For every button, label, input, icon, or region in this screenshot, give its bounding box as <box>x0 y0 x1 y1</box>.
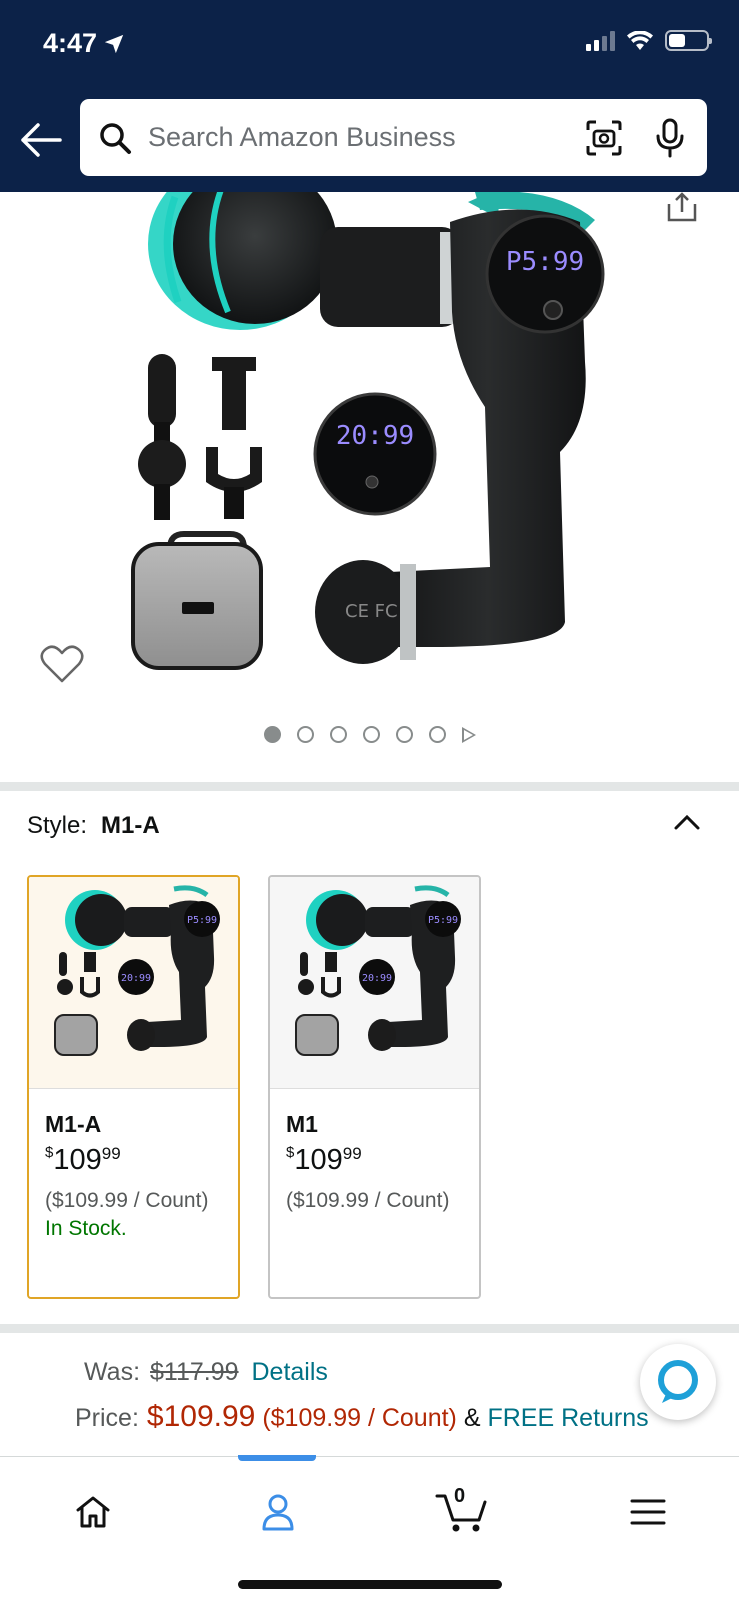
style-option-unit-price: ($109.99 / Count) <box>286 1189 450 1212</box>
price-per-unit: ($109.99 / Count) <box>262 1404 457 1432</box>
wifi-icon <box>627 30 653 50</box>
cart-count-badge: 0 <box>454 1485 466 1507</box>
camera-scan-icon[interactable] <box>585 119 623 157</box>
video-play-icon[interactable] <box>461 726 476 743</box>
carousel-dot[interactable] <box>362 726 380 743</box>
style-option-m1[interactable]: P5:99 20:99 M1 $10999 ($109.99 / Count) <box>268 875 481 1299</box>
alexa-button[interactable] <box>640 1344 716 1420</box>
status-indicators <box>586 30 712 51</box>
nav-account[interactable] <box>248 1487 308 1537</box>
carousel-dot[interactable] <box>296 726 314 743</box>
back-button[interactable] <box>16 116 64 164</box>
hamburger-menu-icon <box>630 1499 666 1525</box>
microphone-icon[interactable] <box>655 118 685 158</box>
home-indicator[interactable] <box>238 1580 502 1589</box>
carousel-indicator <box>0 726 739 743</box>
bottom-navigation: 0 <box>0 1455 739 1600</box>
nav-menu[interactable] <box>618 1487 678 1537</box>
style-option-unit-price: ($109.99 / Count) <box>45 1189 209 1212</box>
style-option-price: $10999 <box>45 1144 121 1176</box>
nav-cart[interactable]: 0 <box>432 1485 492 1537</box>
style-option-price: $10999 <box>286 1144 362 1176</box>
current-price-row: Price: $109.99 ($109.99 / Count) & FREE R… <box>75 1400 649 1434</box>
section-divider <box>0 782 739 791</box>
style-option-thumbnail: P5:99 20:99 <box>270 877 479 1089</box>
share-icon[interactable] <box>667 192 697 222</box>
style-option-name: M1-A <box>45 1111 102 1137</box>
carousel-dot[interactable] <box>395 726 413 743</box>
was-price-row: Was: $117.99 Details <box>84 1358 328 1387</box>
was-label: Was: <box>84 1358 141 1386</box>
free-returns-link[interactable]: FREE Returns <box>487 1404 648 1432</box>
current-price: $109.99 <box>146 1400 256 1433</box>
style-label: Style: <box>27 812 88 839</box>
stock-status: In Stock. <box>45 1217 127 1240</box>
svg-text:20:99: 20:99 <box>121 973 151 984</box>
cellular-signal-icon <box>586 30 615 51</box>
svg-text:P5:99: P5:99 <box>428 915 458 926</box>
carousel-dot[interactable] <box>428 726 446 743</box>
location-arrow-icon <box>104 34 124 53</box>
home-icon <box>76 1496 110 1528</box>
carousel-dot[interactable] <box>329 726 347 743</box>
section-divider <box>0 1324 739 1333</box>
top-header: 4:47 Search Amazon Business <box>0 0 739 192</box>
product-image: P5:99 CE FC 20:99 <box>131 192 605 670</box>
was-price: $117.99 <box>150 1358 239 1386</box>
nav-home[interactable] <box>63 1487 123 1537</box>
device-display-main: P5:99 <box>506 247 584 277</box>
details-link[interactable]: Details <box>252 1358 328 1386</box>
style-option-m1-a[interactable]: P5:99 20:99 M1-A $10999 ($109.99 / Count… <box>27 875 240 1299</box>
clock-text: 4:47 <box>43 28 98 58</box>
battery-icon <box>665 30 712 51</box>
style-option-name: M1 <box>286 1111 318 1137</box>
ce-fc-mark: CE FC <box>345 601 398 622</box>
device-display-secondary: 20:99 <box>336 421 414 451</box>
account-icon <box>262 1494 294 1531</box>
svg-text:P5:99: P5:99 <box>187 915 217 926</box>
search-icon <box>100 122 131 154</box>
style-option-thumbnail: P5:99 20:99 <box>29 877 238 1089</box>
carousel-dot[interactable] <box>263 726 281 743</box>
style-selector-header[interactable]: Style: M1-A <box>27 812 160 840</box>
ampersand: & <box>463 1404 481 1432</box>
svg-text:20:99: 20:99 <box>362 973 392 984</box>
back-arrow-icon <box>21 123 62 157</box>
price-label: Price: <box>75 1404 139 1432</box>
wishlist-heart-icon[interactable] <box>40 644 84 684</box>
search-bar[interactable]: Search Amazon Business <box>80 99 707 176</box>
product-image-carousel[interactable]: P5:99 CE FC 20:99 <box>0 192 739 782</box>
chevron-up-icon[interactable] <box>673 812 701 832</box>
search-input[interactable]: Search Amazon Business <box>148 122 585 153</box>
active-tab-indicator <box>238 1455 316 1461</box>
style-selected-value: M1-A <box>101 812 160 839</box>
status-time: 4:47 <box>43 28 125 59</box>
alexa-icon <box>658 1360 698 1403</box>
